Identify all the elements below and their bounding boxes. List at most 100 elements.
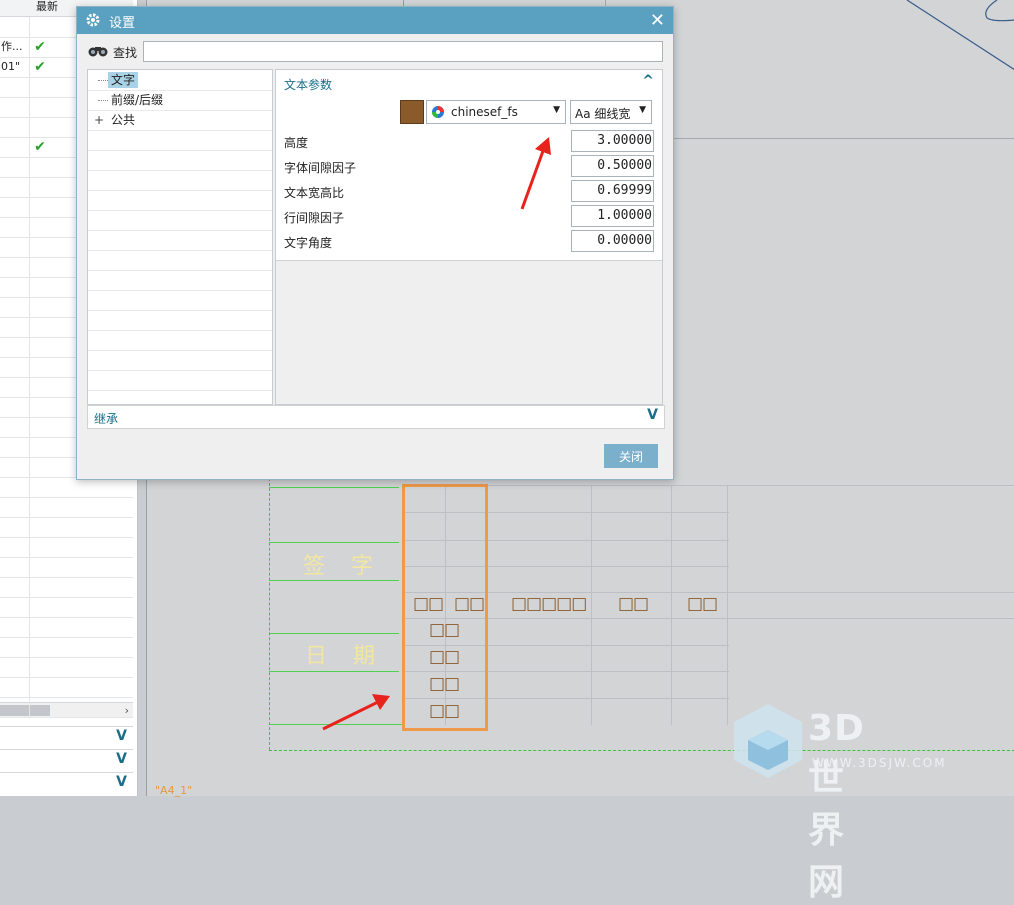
row-text — [0, 457, 30, 477]
row-text — [0, 677, 30, 697]
table-row[interactable] — [0, 477, 133, 498]
row-text: 01" — [0, 57, 30, 77]
table-row[interactable] — [0, 637, 133, 658]
font-select[interactable]: chinesef_fs ▼ — [426, 100, 566, 124]
tree-empty-row — [88, 350, 272, 371]
settings-tree: 文字 前缀/后缀 + 公共 — [87, 69, 273, 405]
close-icon[interactable]: ✕ — [650, 10, 665, 31]
grid-line — [727, 485, 728, 725]
table-row[interactable] — [0, 577, 133, 598]
date-label: 日 期 — [305, 644, 378, 669]
tree-empty-row — [88, 330, 272, 351]
check-icon: ✔ — [34, 59, 46, 75]
chevron-down-icon: ▼ — [639, 105, 646, 115]
missing-glyph-text: □□ — [618, 594, 649, 614]
table-row[interactable] — [0, 537, 133, 558]
collapsed-section[interactable]: V — [0, 726, 133, 749]
row-text — [0, 357, 30, 377]
param-height-input[interactable]: 3.00000 — [571, 130, 654, 152]
row-text — [0, 417, 30, 437]
row-text — [0, 397, 30, 417]
row-text: 作... — [0, 37, 30, 57]
text-params-section: 文本参数 ^ chinesef_fs ▼ Aa 细线宽 ▼ 高度 3.00000 — [276, 70, 662, 261]
title-block-line — [269, 542, 399, 543]
row-text — [0, 537, 30, 557]
tree-connector — [98, 80, 108, 81]
expand-chevron-icon[interactable]: V — [116, 751, 127, 767]
table-row[interactable] — [0, 497, 133, 518]
table-row[interactable] — [0, 657, 133, 678]
dialog-titlebar[interactable]: 设置 ✕ — [77, 7, 673, 34]
table-row[interactable] — [0, 557, 133, 578]
grid-line — [403, 485, 1014, 486]
expand-chevron-icon[interactable]: V — [647, 407, 658, 423]
table-row[interactable] — [0, 697, 133, 718]
find-input[interactable] — [143, 41, 663, 62]
close-button[interactable]: 关闭 — [604, 444, 658, 468]
find-label: 查找 — [113, 46, 138, 60]
row-text — [0, 17, 30, 37]
row-text — [0, 237, 30, 257]
tree-empty-row — [88, 230, 272, 251]
title-block-line — [269, 487, 399, 488]
watermark-brand: 3D世界网 — [808, 708, 865, 903]
param-char-space-input[interactable]: 0.50000 — [571, 155, 654, 177]
table-row[interactable] — [0, 677, 133, 698]
watermark-url: WWW.3DSJW.COM — [812, 756, 947, 770]
drawing-curve — [906, 0, 1014, 71]
param-angle: 文字角度 0.00000 — [284, 230, 654, 252]
grid-line — [591, 485, 592, 725]
font-value: chinesef_fs — [451, 105, 518, 119]
param-aspect-ratio: 文本宽高比 0.69999 — [284, 180, 654, 202]
dialog-title: 设置 — [109, 16, 136, 31]
param-aspect-ratio-input[interactable]: 0.69999 — [571, 180, 654, 202]
tree-item-common[interactable]: + 公共 — [88, 110, 272, 131]
collapsed-section[interactable]: V — [0, 749, 133, 772]
font-icon — [432, 106, 444, 118]
text-color-swatch[interactable] — [400, 100, 424, 124]
expand-chevron-icon[interactable]: V — [116, 728, 127, 744]
check-icon — [30, 117, 50, 137]
row-text — [0, 77, 30, 97]
row-text — [0, 217, 30, 237]
title-block-line — [269, 580, 399, 581]
param-label: 字体间隙因子 — [284, 161, 357, 175]
chevron-down-icon: ▼ — [553, 105, 560, 115]
collapse-chevron-icon[interactable]: ^ — [642, 73, 654, 89]
table-row[interactable] — [0, 517, 133, 538]
row-text — [0, 97, 30, 117]
check-icon: ✔ — [34, 139, 46, 155]
red-arrow-icon — [520, 137, 551, 210]
row-text — [0, 657, 30, 677]
table-row[interactable] — [0, 597, 133, 618]
tree-item-prefix-suffix[interactable]: 前缀/后缀 — [88, 90, 272, 111]
title-block-line — [269, 633, 399, 634]
param-line-space-input[interactable]: 1.00000 — [571, 205, 654, 227]
param-label: 行间隙因子 — [284, 211, 345, 225]
row-text — [0, 297, 30, 317]
table-row[interactable] — [0, 617, 133, 638]
style-value: Aa 细线宽 — [575, 107, 631, 121]
collapsed-section[interactable]: V — [0, 772, 133, 795]
sheet-label: "A4_1" — [155, 784, 193, 797]
row-text — [0, 177, 30, 197]
param-height: 高度 3.00000 — [284, 130, 654, 152]
row-text — [0, 117, 30, 137]
check-icon — [30, 17, 50, 37]
missing-glyph-text: □□□□□ — [511, 594, 587, 614]
param-angle-input[interactable]: 0.00000 — [571, 230, 654, 252]
line-width-select[interactable]: Aa 细线宽 ▼ — [570, 100, 652, 124]
row-text — [0, 477, 30, 497]
row-text — [0, 257, 30, 277]
tree-item-text[interactable]: 文字 — [88, 70, 272, 91]
inherit-section[interactable]: 继承 V — [87, 405, 665, 429]
row-text — [0, 337, 30, 357]
row-text — [0, 517, 30, 537]
cube-logo-icon — [734, 704, 802, 778]
check-icon — [30, 97, 50, 117]
tree-item-label: 公共 — [111, 113, 136, 127]
border-dashed-line — [269, 478, 270, 750]
param-char-space: 字体间隙因子 0.50000 — [284, 155, 654, 177]
expand-chevron-icon[interactable]: V — [116, 774, 127, 790]
expand-plus-icon[interactable]: + — [94, 113, 104, 127]
